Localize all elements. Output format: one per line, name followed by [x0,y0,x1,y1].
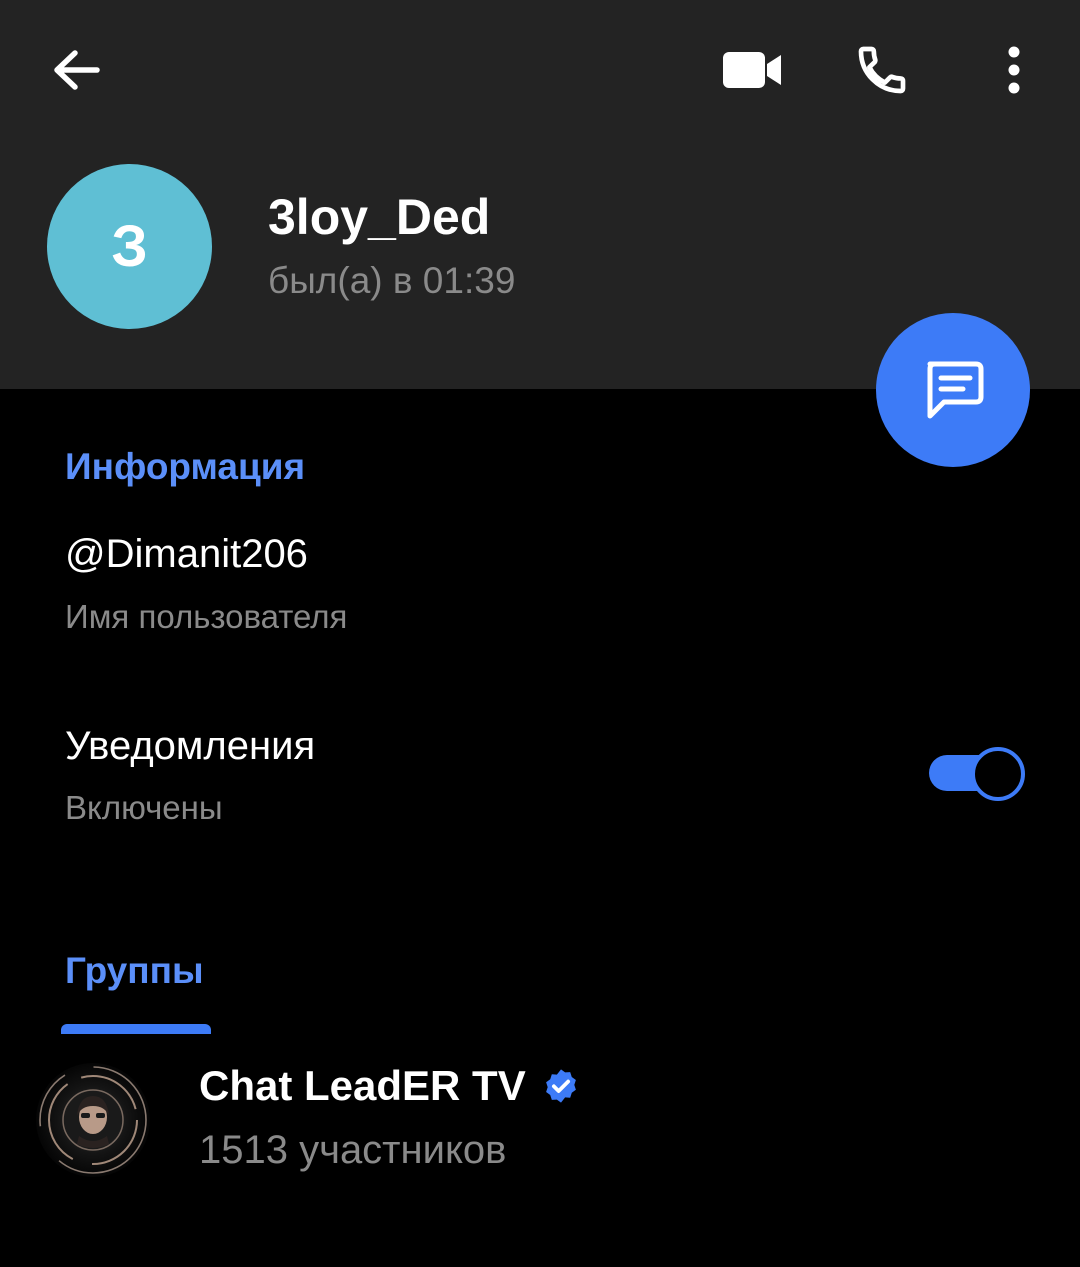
group-list-item[interactable]: Chat LeadER TV 1513 участников [0,1040,1080,1220]
message-icon [927,361,984,419]
toggle-knob [971,747,1025,801]
voice-call-button[interactable] [842,30,922,110]
arrow-left-icon [54,50,100,90]
group-members-count: 1513 участников [199,1128,507,1172]
group-avatar [36,1063,150,1177]
notifications-label[interactable]: Уведомления [65,724,315,769]
profile-name: 3loy_Ded [268,189,491,245]
group-name: Chat LeadER TV [199,1062,526,1109]
more-vertical-icon [1008,46,1020,94]
group-title: Chat LeadER TV [199,1062,580,1110]
username-value[interactable]: @Dimanit206 [65,532,308,577]
video-camera-icon [723,52,781,88]
notifications-state: Включены [65,789,223,826]
tab-indicator [61,1024,211,1034]
info-section-title: Информация [65,446,306,487]
notifications-toggle[interactable] [927,746,1025,801]
verified-badge-icon [545,1069,576,1103]
more-options-button[interactable] [976,30,1052,110]
avatar-letter: З [111,214,148,279]
username-caption: Имя пользователя [65,598,348,635]
phone-icon [858,46,906,94]
send-message-button[interactable] [876,313,1030,467]
tab-groups[interactable]: Группы [65,950,204,992]
back-button[interactable] [36,30,116,110]
avatar[interactable]: З [47,164,212,329]
video-call-button[interactable] [710,30,794,110]
last-seen-status: был(а) в 01:39 [268,260,516,301]
